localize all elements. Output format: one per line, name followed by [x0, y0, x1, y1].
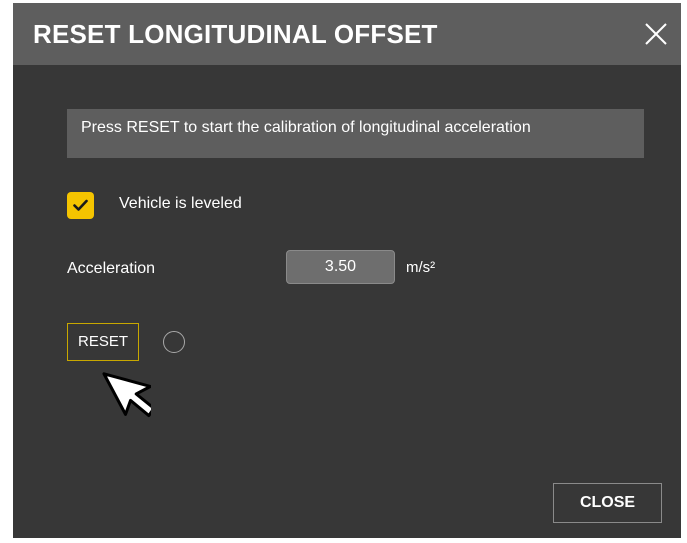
empty-circle-icon: [163, 331, 185, 353]
info-box: Press RESET to start the calibration of …: [67, 109, 644, 158]
reset-button[interactable]: RESET: [67, 323, 139, 361]
acceleration-unit: m/s²: [406, 259, 436, 276]
arrow-cursor-icon: [102, 372, 151, 418]
reset-offset-dialog: RESET LONGITUDINAL OFFSET Press RESET to…: [13, 3, 681, 538]
dialog-title: RESET LONGITUDINAL OFFSET: [33, 19, 438, 49]
dialog-titlebar: RESET LONGITUDINAL OFFSET: [13, 3, 681, 65]
acceleration-field[interactable]: 3.50: [286, 250, 395, 284]
close-x-icon[interactable]: [643, 21, 669, 47]
acceleration-label: Acceleration: [67, 260, 156, 277]
vehicle-leveled-checkbox[interactable]: [67, 192, 94, 219]
vehicle-leveled-label: Vehicle is leveled: [119, 195, 242, 212]
info-text: Press RESET to start the calibration of …: [81, 119, 531, 136]
close-button[interactable]: CLOSE: [553, 483, 662, 523]
checkmark-icon: [73, 199, 88, 211]
